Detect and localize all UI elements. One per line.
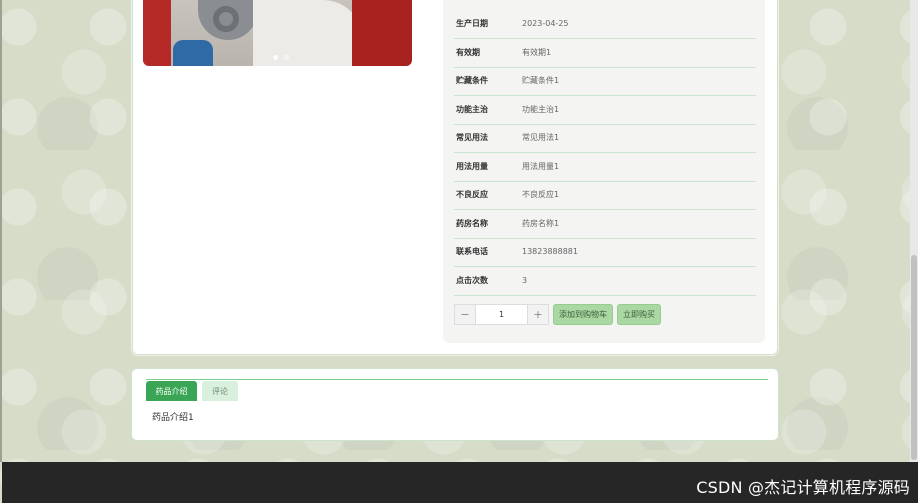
image-detail — [253, 0, 363, 66]
watermark-text: CSDN @杰记计算机程序源码 — [696, 478, 910, 497]
info-row: 点击次数 3 — [454, 267, 756, 296]
image-detail — [143, 0, 171, 66]
info-value: 13823888881 — [522, 247, 578, 256]
info-label: 点击次数 — [456, 276, 488, 285]
info-row: 贮藏条件 贮藏条件1 — [454, 67, 756, 96]
add-to-cart-button[interactable]: 添加到购物车 — [553, 304, 613, 325]
image-detail — [213, 6, 239, 32]
info-value: 2023-04-25 — [522, 19, 569, 28]
info-value: 药房名称1 — [522, 219, 560, 228]
product-tabs-card: 药品介绍 评论 药品介绍1 — [131, 368, 779, 441]
buy-now-button[interactable]: 立即购买 — [617, 304, 661, 325]
info-label: 有效期 — [456, 48, 480, 57]
info-row: 联系电话 13823888881 — [454, 238, 756, 267]
image-detail — [173, 40, 213, 66]
info-value: 有效期1 — [522, 48, 552, 57]
quantity-input[interactable]: 1 — [475, 305, 528, 324]
product-image-carousel[interactable] — [143, 0, 412, 66]
info-row: 用法用量 用法用量1 — [454, 153, 756, 182]
image-detail — [352, 0, 412, 66]
scrollbar-thumb[interactable] — [911, 255, 917, 460]
info-value: 3 — [522, 276, 528, 285]
info-label: 贮藏条件 — [456, 76, 488, 85]
quantity-stepper: − 1 + — [454, 304, 549, 325]
carousel-indicators — [273, 55, 289, 60]
info-row: 不良反应 不良反应1 — [454, 181, 756, 210]
info-value: 用法用量1 — [522, 162, 560, 171]
tab-content-text: 药品介绍1 — [152, 413, 194, 423]
window-edge — [0, 0, 2, 462]
tab-comments[interactable]: 评论 — [202, 381, 238, 401]
info-value: 常见用法1 — [522, 133, 560, 142]
carousel-dot-active[interactable] — [273, 55, 278, 60]
increase-quantity-button[interactable]: + — [528, 305, 548, 324]
info-label: 用法用量 — [456, 162, 488, 171]
info-label: 功能主治 — [456, 105, 488, 114]
info-row: 常见用法 常见用法1 — [454, 124, 756, 153]
info-row: 有效期 有效期1 — [454, 39, 756, 68]
info-row: 功能主治 功能主治1 — [454, 96, 756, 125]
info-label: 生产日期 — [456, 19, 488, 28]
product-info-panel: 生产日期 2023-04-25 有效期 有效期1 贮藏条件 贮藏条件1 功能主治… — [443, 0, 765, 343]
decrease-quantity-button[interactable]: − — [455, 305, 475, 324]
purchase-controls: − 1 + 添加到购物车 立即购买 — [454, 304, 661, 325]
info-label: 不良反应 — [456, 190, 488, 199]
info-label: 联系电话 — [456, 247, 488, 256]
info-row: 药房名称 药房名称1 — [454, 210, 756, 239]
info-value: 功能主治1 — [522, 105, 560, 114]
tab-product-intro[interactable]: 药品介绍 — [146, 381, 197, 401]
info-value: 贮藏条件1 — [522, 76, 560, 85]
info-row: 生产日期 2023-04-25 — [454, 10, 756, 39]
info-value: 不良反应1 — [522, 190, 560, 199]
tabs-divider — [146, 379, 768, 380]
info-label: 药房名称 — [456, 219, 488, 228]
info-label: 常见用法 — [456, 133, 488, 142]
carousel-dot[interactable] — [284, 55, 289, 60]
